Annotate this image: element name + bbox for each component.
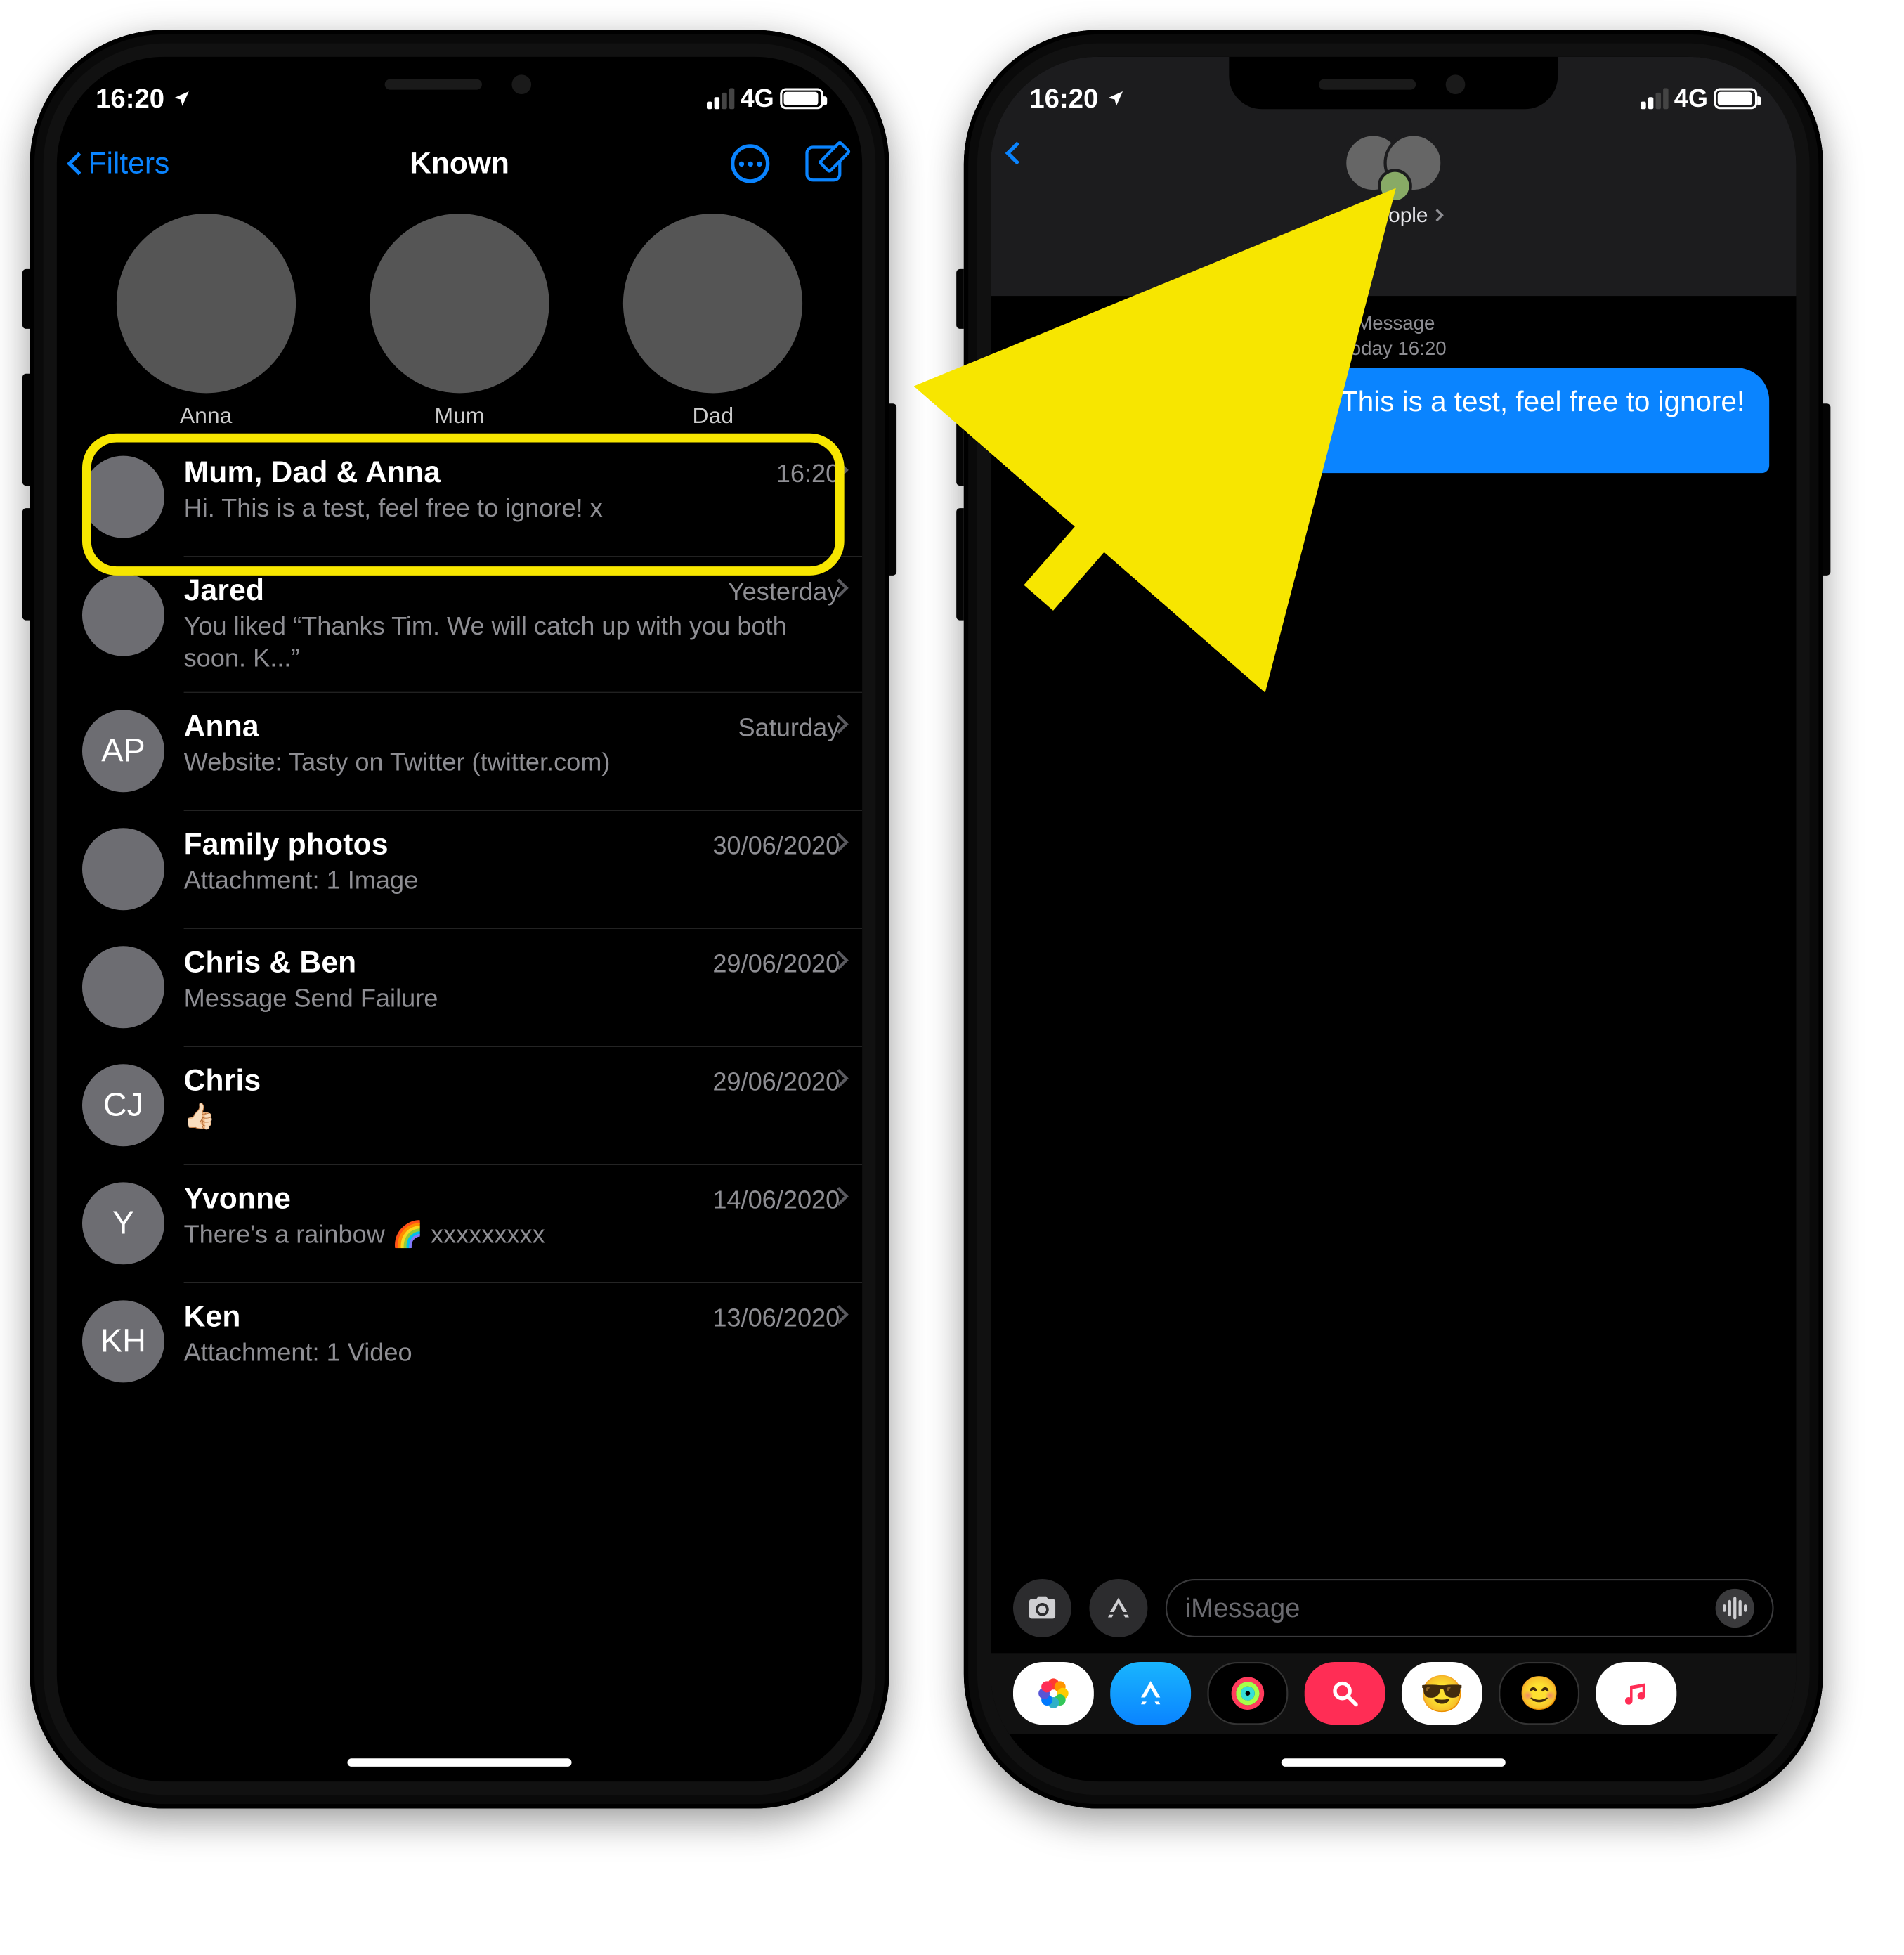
avatar: AP	[82, 710, 164, 792]
message-input[interactable]: iMessage	[1166, 1579, 1774, 1637]
appstore-icon	[1103, 1592, 1135, 1624]
back-filters-button[interactable]: Filters	[70, 147, 169, 181]
row-title: Chris	[184, 1064, 261, 1098]
group-avatar	[1343, 133, 1443, 193]
appstore-button[interactable]	[1089, 1579, 1147, 1637]
conversation-row[interactable]: CJ Chris 29/06/2020 👍🏻	[57, 1046, 862, 1164]
app-music[interactable]	[1596, 1662, 1676, 1725]
conversation-meta: iMessage Today 16:20	[991, 311, 1796, 361]
avatar	[82, 574, 164, 656]
chevron-right-icon	[1430, 209, 1443, 221]
signal-icon	[707, 88, 734, 109]
row-time: Saturday	[738, 714, 840, 743]
battery-icon	[1714, 88, 1757, 109]
app-search[interactable]	[1305, 1662, 1385, 1725]
message-bubble-sent[interactable]: Hi. This is a test, feel free to ignore!…	[1276, 368, 1769, 473]
row-title: Yvonne	[184, 1182, 292, 1216]
camera-button[interactable]	[1013, 1579, 1071, 1637]
avatar: KH	[82, 1300, 164, 1382]
input-row: iMessage	[991, 1574, 1796, 1643]
conversation-row[interactable]: Chris & Ben 29/06/2020 Message Send Fail…	[57, 928, 862, 1046]
row-preview: Website: Tasty on Twitter (twitter.com)	[184, 746, 845, 778]
camera-icon	[1026, 1592, 1058, 1624]
conversation-row[interactable]: Jared Yesterday You liked “Thanks Tim. W…	[57, 556, 862, 692]
row-preview: 👍🏻	[184, 1100, 845, 1132]
pinned-name: Mum	[435, 403, 485, 429]
home-indicator[interactable]	[347, 1758, 571, 1767]
more-button[interactable]	[731, 144, 769, 183]
nav-bar: Filters Known	[57, 127, 862, 200]
conversation-row[interactable]: Y Yvonne 14/06/2020 There's a rainbow 🌈 …	[57, 1164, 862, 1282]
pinned-contact[interactable]: Anna	[117, 214, 296, 429]
row-preview: Attachment: 1 Image	[184, 864, 845, 896]
app-memoji-2[interactable]: 😊	[1499, 1662, 1579, 1725]
home-indicator[interactable]	[1282, 1758, 1506, 1767]
back-button[interactable]	[1009, 145, 1025, 165]
conversation-title[interactable]: 3 People	[1345, 203, 1442, 227]
back-label: Filters	[88, 147, 169, 181]
row-title: Jared	[184, 574, 265, 608]
app-photos[interactable]	[1013, 1662, 1094, 1725]
row-title: Chris & Ben	[184, 946, 357, 980]
location-icon	[172, 89, 192, 109]
conversation-row[interactable]: Mum, Dad & Anna 16:20 Hi. This is a test…	[57, 438, 862, 556]
row-preview: Attachment: 1 Video	[184, 1337, 845, 1368]
row-preview: Message Send Failure	[184, 982, 845, 1014]
status-time: 16:20	[96, 83, 164, 115]
avatar	[82, 828, 164, 910]
row-time: 29/06/2020	[712, 1068, 840, 1097]
pinned-contact[interactable]: Mum	[370, 214, 549, 429]
avatar	[82, 456, 164, 538]
conversation-row[interactable]: KH Ken 13/06/2020 Attachment: 1 Video	[57, 1282, 862, 1401]
dictate-button[interactable]	[1716, 1589, 1754, 1628]
avatar: CJ	[82, 1064, 164, 1146]
pinned-contact[interactable]: Dad	[623, 214, 802, 429]
row-time: 30/06/2020	[712, 832, 840, 861]
row-time: 14/06/2020	[712, 1186, 840, 1215]
pinned-name: Dad	[693, 403, 734, 429]
conversation-title-label: 3 People	[1345, 203, 1428, 227]
signal-icon	[1641, 88, 1668, 109]
row-preview: There's a rainbow 🌈 xxxxxxxxx	[184, 1219, 845, 1250]
nav-title: Known	[410, 147, 509, 181]
conversation-row[interactable]: Family photos 30/06/2020 Attachment: 1 I…	[57, 810, 862, 928]
app-memoji-1[interactable]: 😎	[1402, 1662, 1482, 1725]
row-time: 16:20	[776, 460, 840, 488]
row-title: Mum, Dad & Anna	[184, 456, 441, 490]
row-title: Family photos	[184, 828, 389, 862]
avatar	[370, 214, 549, 393]
pinned-name: Anna	[180, 403, 233, 429]
network-label: 4G	[740, 84, 774, 113]
row-preview: Hi. This is a test, feel free to ignore!…	[184, 493, 845, 524]
network-label: 4G	[1674, 84, 1708, 113]
row-time: 29/06/2020	[712, 950, 840, 979]
app-activity[interactable]	[1207, 1662, 1288, 1725]
avatar	[117, 214, 296, 393]
app-strip[interactable]: 😎 😊	[991, 1653, 1796, 1734]
notch	[1229, 57, 1558, 109]
battery-icon	[780, 88, 823, 109]
avatar: Y	[82, 1182, 164, 1264]
row-title: Ken	[184, 1300, 241, 1334]
row-time: Yesterday	[728, 578, 840, 606]
avatar	[623, 214, 802, 393]
row-time: 13/06/2020	[712, 1304, 840, 1333]
avatar	[82, 946, 164, 1028]
message-placeholder: iMessage	[1185, 1592, 1300, 1624]
compose-button[interactable]	[805, 145, 841, 181]
app-appstore[interactable]	[1110, 1662, 1191, 1725]
chevron-left-icon	[67, 152, 90, 175]
notch	[295, 57, 624, 109]
conversation-row[interactable]: AP Anna Saturday Website: Tasty on Twitt…	[57, 692, 862, 810]
status-time: 16:20	[1029, 83, 1098, 115]
location-icon	[1106, 89, 1126, 109]
chevron-left-icon	[1005, 141, 1029, 164]
row-preview: You liked “Thanks Tim. We will catch up …	[184, 611, 845, 674]
row-title: Anna	[184, 710, 259, 743]
